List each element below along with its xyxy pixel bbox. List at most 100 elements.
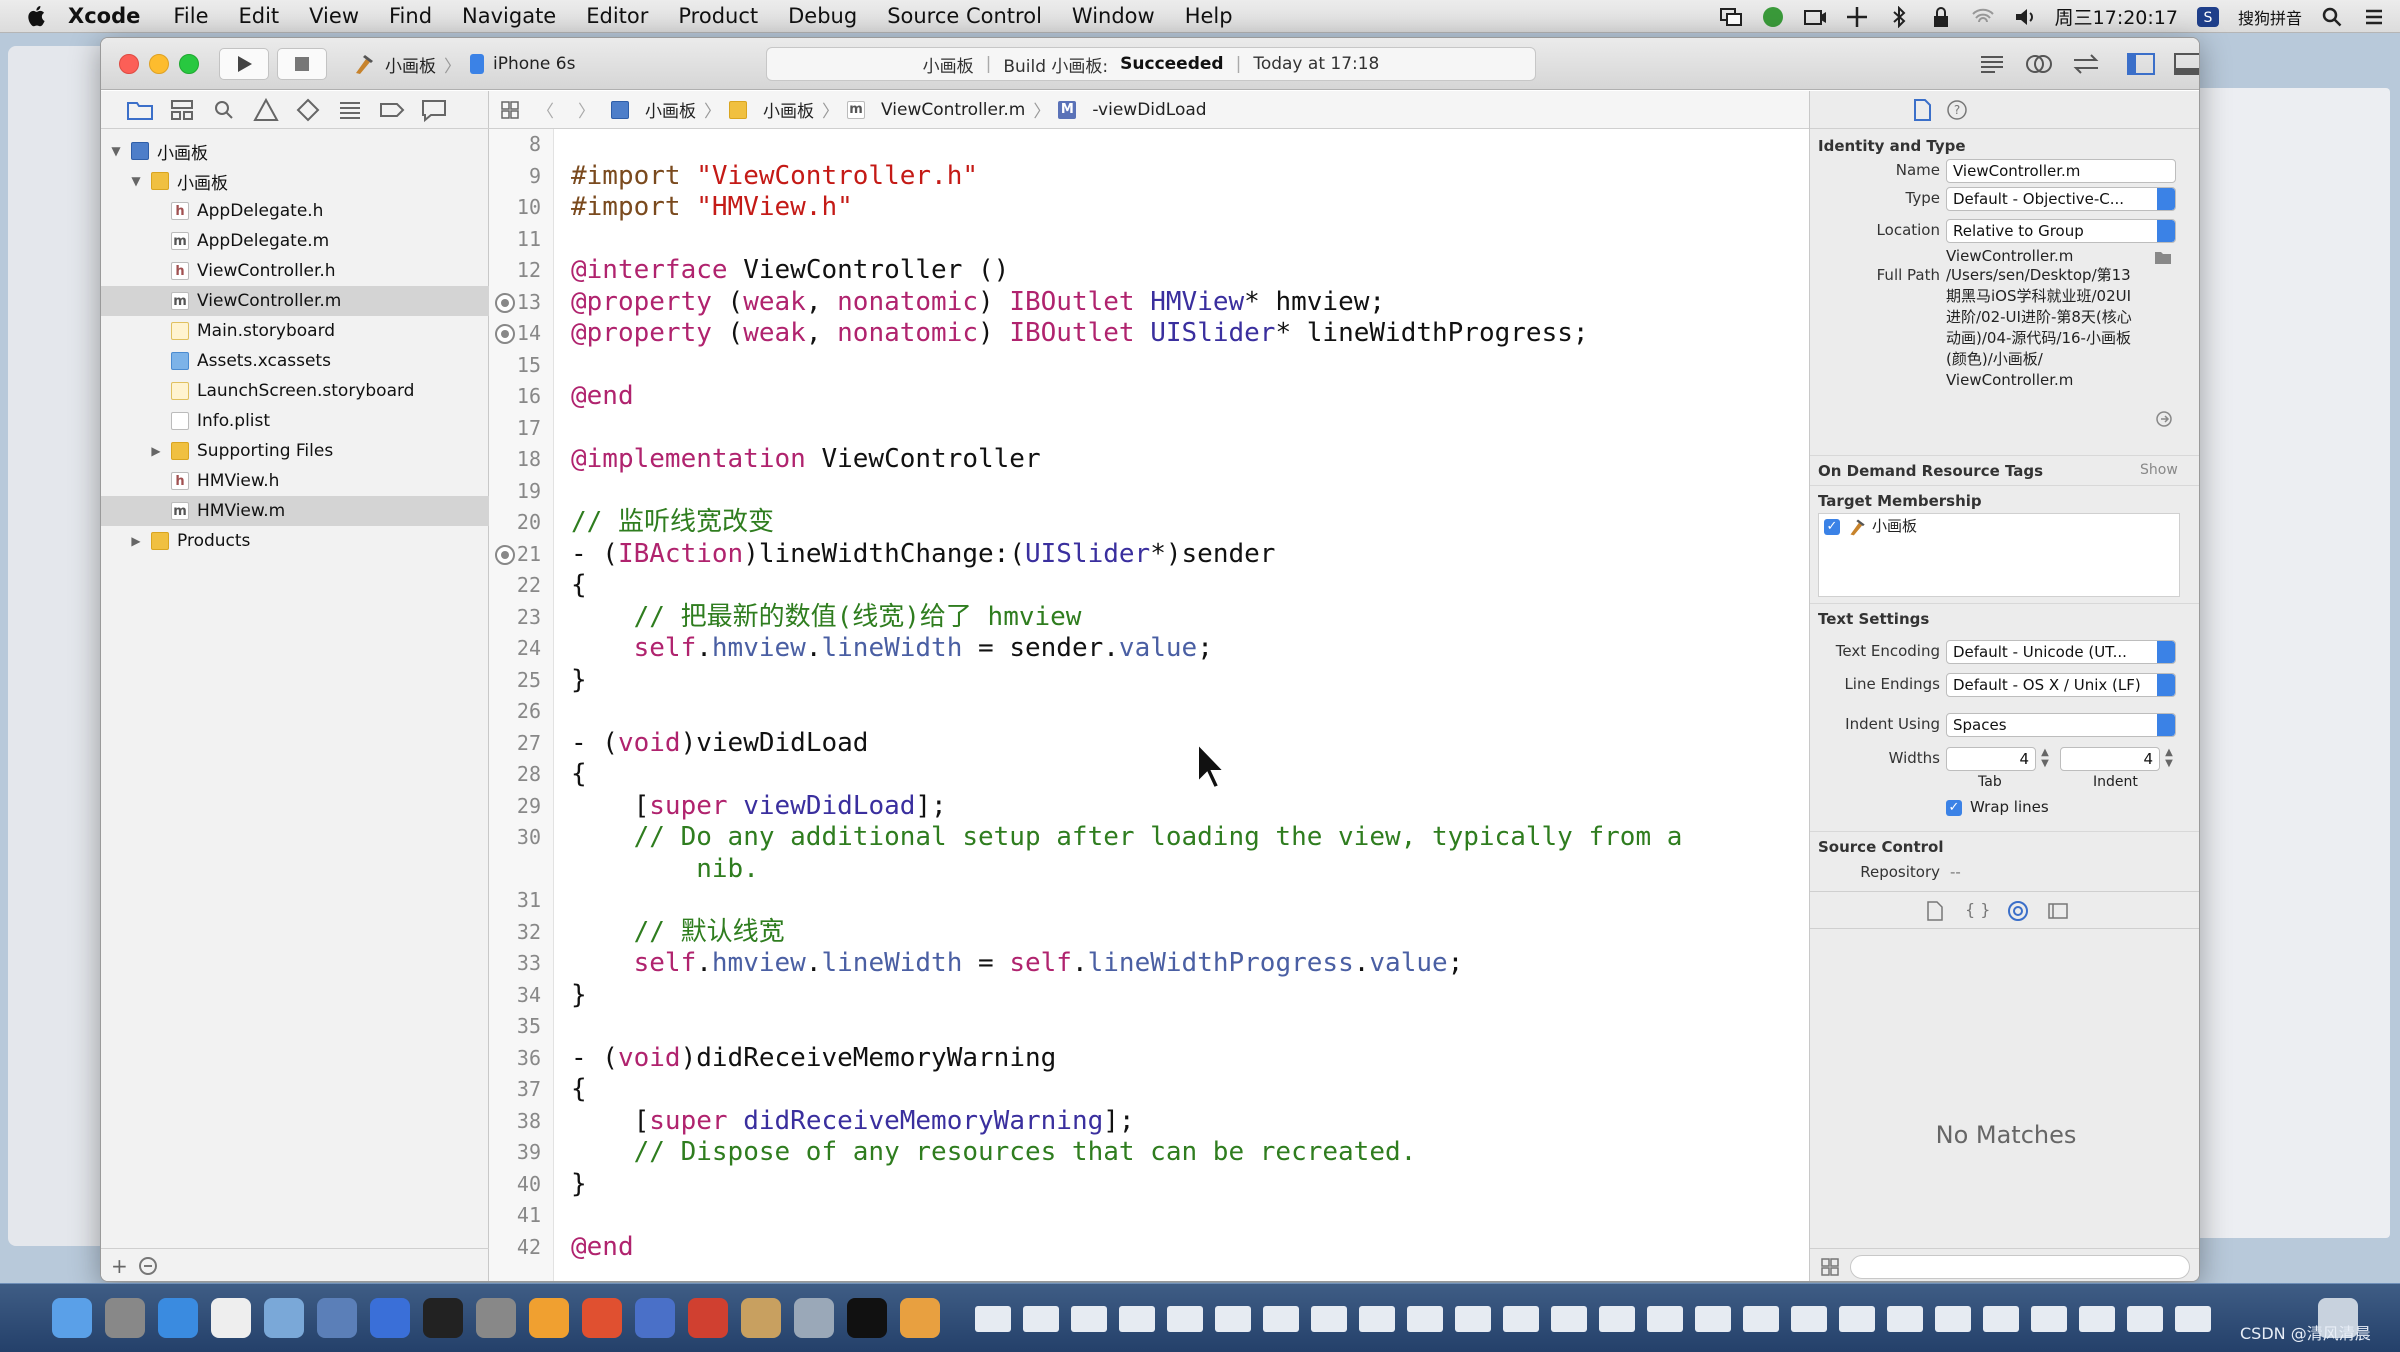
library-filter-input[interactable] bbox=[1850, 1255, 2190, 1279]
spotlight-search-icon[interactable] bbox=[2320, 6, 2344, 28]
file-inspector-tab-icon[interactable] bbox=[1910, 98, 1934, 122]
menu-edit[interactable]: Edit bbox=[223, 4, 294, 28]
code-line[interactable]: nib. bbox=[571, 854, 759, 885]
file-tree-row[interactable]: ▶ Products bbox=[101, 526, 489, 556]
run-button[interactable] bbox=[219, 48, 269, 80]
menu-debug[interactable]: Debug bbox=[773, 4, 872, 28]
menu-view[interactable]: View bbox=[294, 4, 374, 28]
dock-minimized-window[interactable] bbox=[975, 1306, 1011, 1332]
code-line[interactable]: // Dispose of any resources that can be … bbox=[571, 1137, 1417, 1168]
dock-app-icon[interactable] bbox=[158, 1298, 198, 1338]
dock-minimized-window[interactable] bbox=[1983, 1306, 2019, 1332]
menu-file[interactable]: File bbox=[158, 4, 223, 28]
menubar-clock[interactable]: 周三17:20:17 bbox=[2055, 3, 2178, 30]
jump-crumb-project[interactable]: 小画板 bbox=[645, 97, 696, 122]
assistant-editor-icon[interactable] bbox=[2023, 50, 2055, 78]
sogou-input-icon[interactable]: S bbox=[2196, 6, 2220, 28]
disclosure-closed-icon[interactable]: ▶ bbox=[129, 534, 143, 548]
tab-width-stepper[interactable]: ▲ ▼ bbox=[2038, 747, 2052, 771]
text-encoding-popup[interactable]: Default - Unicode (UT... bbox=[1946, 640, 2176, 664]
wifi-icon[interactable] bbox=[1971, 6, 1995, 28]
reveal-folder-icon[interactable] bbox=[2154, 249, 2172, 265]
menu-find[interactable]: Find bbox=[374, 4, 447, 28]
file-tree-row[interactable]: m AppDelegate.m bbox=[101, 226, 489, 256]
dock-minimized-window[interactable] bbox=[1503, 1306, 1539, 1332]
code-line[interactable]: { bbox=[571, 570, 587, 601]
minimize-window-button[interactable] bbox=[149, 54, 169, 74]
scheme-selector[interactable]: 小画板 〉 iPhone 6s bbox=[353, 49, 575, 79]
code-line[interactable]: // 把最新的数值(线宽)给了 hmview bbox=[571, 602, 1082, 633]
dock-app-icon[interactable] bbox=[476, 1298, 516, 1338]
indent-width-field[interactable]: 4 bbox=[2060, 747, 2160, 771]
version-editor-icon[interactable] bbox=[2070, 50, 2102, 78]
back-arrow-icon[interactable]: 〈 bbox=[529, 97, 562, 122]
dock-app-icon[interactable] bbox=[900, 1298, 940, 1338]
debug-navigator-icon[interactable] bbox=[335, 97, 365, 123]
file-tree-row[interactable]: m HMView.m bbox=[101, 496, 489, 526]
dock-app-icon[interactable] bbox=[211, 1298, 251, 1338]
code-line[interactable]: #import "HMView.h" bbox=[571, 192, 853, 223]
jump-crumb-method[interactable]: -viewDidLoad bbox=[1092, 100, 1206, 120]
type-popup[interactable]: Default - Objective-C... bbox=[1946, 187, 2176, 211]
folder-navigator-icon[interactable] bbox=[125, 97, 155, 123]
notification-center-icon[interactable] bbox=[2362, 6, 2386, 28]
code-area[interactable]: #import "ViewController.h" #import "HMVie… bbox=[489, 129, 1789, 1281]
disclosure-open-icon[interactable]: ▼ bbox=[109, 144, 123, 158]
code-line[interactable]: @property (weak, nonatomic) IBOutlet HMV… bbox=[571, 287, 1385, 318]
dock-app-icon[interactable] bbox=[794, 1298, 834, 1338]
apple-icon[interactable] bbox=[24, 3, 50, 29]
dock-minimized-window[interactable] bbox=[2031, 1306, 2067, 1332]
dock-minimized-window[interactable] bbox=[1551, 1306, 1587, 1332]
dock-app-icon[interactable] bbox=[582, 1298, 622, 1338]
move-icon[interactable] bbox=[1845, 6, 1869, 28]
dock-minimized-window[interactable] bbox=[1119, 1306, 1155, 1332]
dock-minimized-window[interactable] bbox=[2079, 1306, 2115, 1332]
indent-width-stepper[interactable]: ▲ ▼ bbox=[2162, 747, 2176, 771]
dock-minimized-window[interactable] bbox=[1791, 1306, 1827, 1332]
code-line[interactable]: // 默认线宽 bbox=[571, 917, 785, 948]
dock-minimized-window[interactable] bbox=[1935, 1306, 1971, 1332]
test-navigator-icon[interactable] bbox=[293, 97, 323, 123]
dock-app-icon[interactable] bbox=[370, 1298, 410, 1338]
media-library-icon[interactable] bbox=[2047, 900, 2069, 922]
dock-app-icon[interactable] bbox=[52, 1298, 92, 1338]
toggle-debug-area-icon[interactable] bbox=[2172, 50, 2200, 78]
menu-help[interactable]: Help bbox=[1170, 4, 1248, 28]
source-editor[interactable]: 8 9 10 11 12 13 14 15 16 17 18 19 20 21 22 23 24 25 26 27 28… bbox=[489, 129, 2198, 1281]
dock-minimized-window[interactable] bbox=[2175, 1306, 2211, 1332]
issue-navigator-icon[interactable] bbox=[251, 97, 281, 123]
volume-icon[interactable] bbox=[2013, 6, 2037, 28]
dock-minimized-window[interactable] bbox=[1407, 1306, 1443, 1332]
code-line[interactable]: self.hmview.lineWidth = sender.value; bbox=[571, 633, 1213, 664]
dock-minimized-window[interactable] bbox=[1647, 1306, 1683, 1332]
menu-app-name[interactable]: Xcode bbox=[58, 4, 158, 28]
object-library-icon[interactable] bbox=[2007, 900, 2029, 922]
dock-minimized-window[interactable] bbox=[1263, 1306, 1299, 1332]
menu-navigate[interactable]: Navigate bbox=[447, 4, 571, 28]
indent-using-popup[interactable]: Spaces bbox=[1946, 713, 2176, 737]
dock-app-icon[interactable] bbox=[264, 1298, 304, 1338]
code-line[interactable]: #import "ViewController.h" bbox=[571, 161, 978, 192]
quick-help-tab-icon[interactable]: ? bbox=[1945, 98, 1969, 122]
dock-minimized-window[interactable] bbox=[1311, 1306, 1347, 1332]
stop-button[interactable] bbox=[277, 48, 327, 80]
file-tree-row[interactable]: ▼ 小画板 bbox=[101, 166, 489, 196]
code-line[interactable]: [super viewDidLoad]; bbox=[571, 791, 947, 822]
dock-app-icon[interactable] bbox=[635, 1298, 675, 1338]
green-status-icon[interactable] bbox=[1761, 6, 1785, 28]
menu-product[interactable]: Product bbox=[663, 4, 773, 28]
dock-minimized-window[interactable] bbox=[1071, 1306, 1107, 1332]
menu-source-control[interactable]: Source Control bbox=[872, 4, 1057, 28]
tab-width-field[interactable]: 4 bbox=[1946, 747, 2036, 771]
dock-minimized-window[interactable] bbox=[2127, 1306, 2163, 1332]
menu-window[interactable]: Window bbox=[1057, 4, 1170, 28]
standard-editor-icon[interactable] bbox=[1976, 50, 2008, 78]
code-line[interactable]: [super didReceiveMemoryWarning]; bbox=[571, 1106, 1135, 1137]
code-line[interactable]: // 监听线宽改变 bbox=[571, 507, 774, 538]
file-tree-row[interactable]: Assets.xcassets bbox=[101, 346, 489, 376]
grid-view-icon[interactable] bbox=[1820, 1257, 1840, 1277]
line-endings-popup[interactable]: Default - OS X / Unix (LF) bbox=[1946, 673, 2176, 697]
file-tree-row[interactable]: h AppDelegate.h bbox=[101, 196, 489, 226]
dock-minimized-window[interactable] bbox=[1455, 1306, 1491, 1332]
menu-editor[interactable]: Editor bbox=[571, 4, 663, 28]
